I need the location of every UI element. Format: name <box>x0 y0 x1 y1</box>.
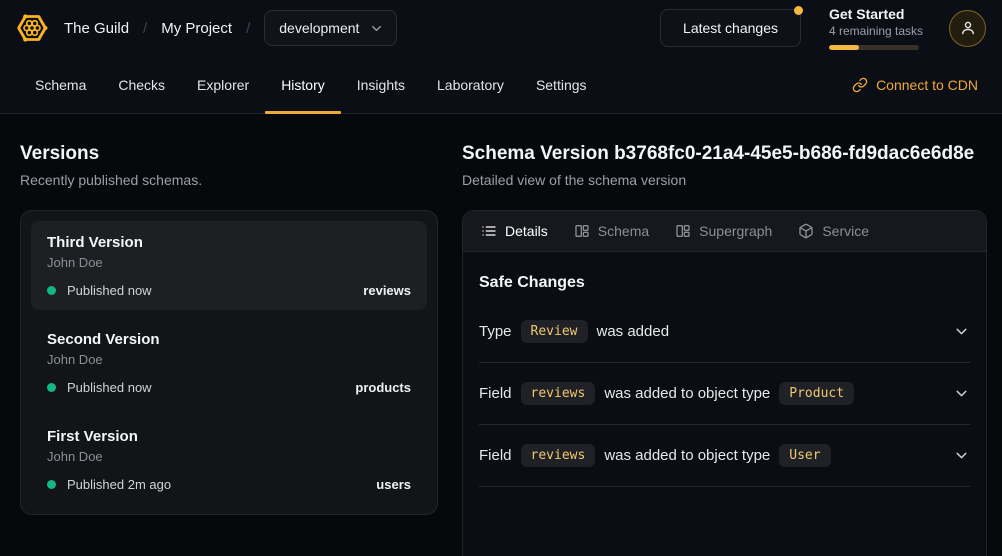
change-prefix: Field <box>479 447 512 464</box>
tab-explorer[interactable]: Explorer <box>181 56 265 113</box>
tab-schema-view-label: Schema <box>598 223 649 239</box>
nav-tabs: Schema Checks Explorer History Insights … <box>19 56 603 113</box>
published-dot-icon <box>47 286 56 295</box>
published-label: Published now <box>67 283 152 298</box>
columns-icon <box>574 223 590 239</box>
version-title: Second Version <box>47 330 411 349</box>
code-badge: User <box>779 444 830 467</box>
version-title: First Version <box>47 427 411 446</box>
link-icon <box>852 77 868 93</box>
chevron-down-icon[interactable] <box>953 447 970 464</box>
schema-version-panel: Schema Version b3768fc0-21a4-45e5-b686-f… <box>462 142 987 556</box>
connect-to-cdn-link[interactable]: Connect to CDN <box>852 56 978 113</box>
published-dot-icon <box>47 480 56 489</box>
versions-list: Third Version John Doe Published now rev… <box>20 210 438 515</box>
topbar-actions: Latest changes Get Started 4 remaining t… <box>660 6 986 50</box>
change-row-field-user[interactable]: Field reviews was added to object type U… <box>479 425 970 487</box>
guild-logo-icon[interactable] <box>12 8 52 48</box>
code-badge: Product <box>779 382 854 405</box>
tab-service-label: Service <box>822 223 869 239</box>
version-status-row: Published now products <box>47 380 411 395</box>
published-label: Published 2m ago <box>67 477 171 492</box>
schema-version-title: Schema Version b3768fc0-21a4-45e5-b686-f… <box>462 142 987 166</box>
schema-version-card: Details Schema Supergr <box>462 210 987 556</box>
breadcrumb-org[interactable]: The Guild <box>64 20 129 37</box>
get-started-title: Get Started <box>829 6 921 23</box>
change-description: Field reviews was added to object type U… <box>479 444 831 467</box>
schema-version-subtitle: Detailed view of the schema version <box>462 171 987 189</box>
chevron-down-icon[interactable] <box>953 323 970 340</box>
version-status-row: Published now reviews <box>47 283 411 298</box>
version-item-third[interactable]: Third Version John Doe Published now rev… <box>31 221 427 310</box>
safe-changes-title: Safe Changes <box>479 274 970 292</box>
changes-section: Safe Changes Type Review was added Field… <box>463 274 986 487</box>
breadcrumb-project[interactable]: My Project <box>161 20 232 37</box>
version-author: John Doe <box>47 351 411 368</box>
latest-changes-label: Latest changes <box>683 20 778 36</box>
topbar: The Guild / My Project / development Lat… <box>0 0 1002 56</box>
versions-panel: Versions Recently published schemas. Thi… <box>20 142 438 556</box>
chevron-down-icon <box>369 21 384 36</box>
tab-supergraph-label: Supergraph <box>699 223 772 239</box>
change-description: Field reviews was added to object type P… <box>479 382 854 405</box>
tab-schema[interactable]: Schema <box>19 56 102 113</box>
version-status-row: Published 2m ago users <box>47 477 411 492</box>
tab-laboratory[interactable]: Laboratory <box>421 56 520 113</box>
version-item-second[interactable]: Second Version John Doe Published now pr… <box>31 318 427 407</box>
tab-settings[interactable]: Settings <box>520 56 603 113</box>
notification-dot-icon <box>794 6 803 15</box>
cube-icon <box>798 223 814 239</box>
get-started-progressbar <box>829 45 919 50</box>
versions-title: Versions <box>20 142 438 166</box>
tab-checks[interactable]: Checks <box>102 56 181 113</box>
tab-service[interactable]: Service <box>798 223 869 239</box>
published-label: Published now <box>67 380 152 395</box>
chevron-down-icon[interactable] <box>953 385 970 402</box>
connect-to-cdn-label: Connect to CDN <box>876 77 978 93</box>
environment-select[interactable]: development <box>264 10 397 46</box>
tab-supergraph[interactable]: Supergraph <box>675 223 772 239</box>
tab-details-label: Details <box>505 223 548 239</box>
change-description: Type Review was added <box>479 320 669 343</box>
code-badge: Review <box>521 320 588 343</box>
header: The Guild / My Project / development Lat… <box>0 0 1002 114</box>
main-content: Versions Recently published schemas. Thi… <box>0 114 1002 556</box>
published-dot-icon <box>47 383 56 392</box>
list-icon <box>481 223 497 239</box>
main-navigation: Schema Checks Explorer History Insights … <box>0 56 1002 114</box>
latest-changes-button[interactable]: Latest changes <box>660 9 801 47</box>
change-row-field-product[interactable]: Field reviews was added to object type P… <box>479 363 970 425</box>
tab-insights[interactable]: Insights <box>341 56 421 113</box>
detail-tabs: Details Schema Supergr <box>463 211 986 252</box>
versions-subtitle: Recently published schemas. <box>20 171 438 189</box>
user-icon <box>959 19 977 37</box>
version-title: Third Version <box>47 233 411 252</box>
avatar[interactable] <box>949 10 986 47</box>
code-badge: reviews <box>521 444 596 467</box>
version-author: John Doe <box>47 448 411 465</box>
tab-history[interactable]: History <box>265 56 341 113</box>
version-item-first[interactable]: First Version John Doe Published 2m ago … <box>31 415 427 504</box>
service-name: users <box>376 477 411 492</box>
environment-select-value: development <box>279 20 359 36</box>
change-suffix: was added to object type <box>604 447 770 464</box>
tab-details[interactable]: Details <box>481 223 548 239</box>
breadcrumb: The Guild / My Project / development <box>12 8 397 48</box>
change-row-type-review[interactable]: Type Review was added <box>479 301 970 363</box>
change-prefix: Field <box>479 385 512 402</box>
tab-schema-view[interactable]: Schema <box>574 223 649 239</box>
get-started-subtitle: 4 remaining tasks <box>829 24 921 39</box>
columns-icon <box>675 223 691 239</box>
get-started-widget[interactable]: Get Started 4 remaining tasks <box>829 6 921 50</box>
code-badge: reviews <box>521 382 596 405</box>
breadcrumb-separator: / <box>244 20 252 37</box>
change-suffix: was added to object type <box>604 385 770 402</box>
change-suffix: was added <box>597 323 670 340</box>
service-name: products <box>355 380 411 395</box>
breadcrumb-separator: / <box>141 20 149 37</box>
version-author: John Doe <box>47 254 411 271</box>
change-prefix: Type <box>479 323 512 340</box>
service-name: reviews <box>363 283 411 298</box>
get-started-progress-fill <box>829 45 859 50</box>
